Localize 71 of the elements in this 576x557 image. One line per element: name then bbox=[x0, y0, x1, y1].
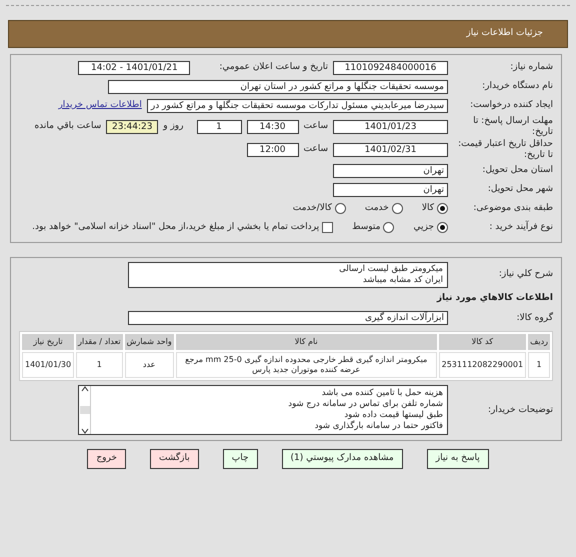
radio-button[interactable] bbox=[383, 222, 394, 233]
field-label: تاريخ و ساعت اعلان عمومي: bbox=[219, 60, 328, 74]
field-label: شهر محل تحويل: bbox=[486, 184, 553, 195]
countdown-field[interactable]: 23:44:23 bbox=[106, 120, 158, 134]
section-heading: اطلاعات کالاهاي مورد نياز bbox=[436, 292, 553, 304]
scrollbar-thumb[interactable] bbox=[80, 406, 90, 414]
radio-button[interactable] bbox=[437, 222, 448, 233]
checkbox-label: پرداخت تمام يا بخشي از مبلغ خريد،از محل "اسناد خزانه اسلامی" خواهد بود. bbox=[32, 220, 320, 234]
option-label: جزيي bbox=[413, 220, 434, 234]
field-label: نوع فرآيند خريد : bbox=[488, 222, 553, 233]
text-field[interactable]: ابزارآلات اندازه گيری bbox=[128, 311, 448, 325]
text-field[interactable]: تهران bbox=[333, 182, 448, 196]
action-button[interactable]: بازگشت bbox=[150, 449, 199, 468]
text-field[interactable]: 1 bbox=[196, 120, 242, 134]
text-field[interactable]: 1401/01/21 - 14:02 bbox=[78, 60, 190, 74]
column-header: کد کالا bbox=[438, 334, 526, 350]
text-field[interactable]: سيدرضا ميرعابديني مسئول تدارکات موسسه تحقيقات جنگلها و مراتع کشور در bbox=[146, 98, 448, 112]
table-cell: 1401/01/30 bbox=[22, 352, 74, 378]
text-field[interactable]: 1401/01/23 bbox=[333, 120, 448, 134]
text-field[interactable]: 12:00 bbox=[246, 142, 298, 156]
field-label: شماره نياز: bbox=[509, 62, 553, 73]
action-button[interactable]: مشاهده مدارک پيوستي (1) bbox=[282, 449, 403, 468]
field-label: طبقه بندی موضوعی: bbox=[472, 203, 553, 214]
field-label: ساعت bbox=[304, 120, 328, 133]
action-button[interactable]: خروج bbox=[87, 449, 126, 468]
text-field[interactable]: 14:30 bbox=[246, 120, 298, 134]
note-line: شماره تلفن برای تماس در سامانه درج شود bbox=[287, 399, 443, 410]
field-label: ساعت bbox=[304, 142, 328, 156]
scroll-down-icon[interactable] bbox=[80, 428, 88, 434]
table-cell: 2531112082290001 bbox=[438, 352, 526, 378]
note-line: هزينه حمل با تامين کننده می باشد bbox=[320, 388, 443, 399]
field-label: شرح کلي نياز: bbox=[498, 269, 553, 280]
note-line: فاکتور حتما در سامانه بارگذاری شود bbox=[314, 421, 443, 432]
field-label: ساعت باقي مانده bbox=[34, 120, 102, 133]
contact-link[interactable]: اطلاعات تماس خريدار bbox=[58, 98, 142, 112]
field-label: ايجاد کننده درخواست: bbox=[469, 100, 553, 111]
option-label: کالا/خدمت bbox=[292, 202, 332, 215]
field-label: روز و bbox=[163, 120, 184, 133]
action-button[interactable]: چاپ bbox=[222, 449, 258, 468]
column-header: نام کالا bbox=[176, 334, 437, 350]
column-header: تاريخ نياز bbox=[22, 334, 74, 350]
text-field[interactable]: موسسه تحقيقات جنگلها و مراتع کشور در استان تهران bbox=[108, 80, 448, 94]
field-label: مهلت ارسال پاسخ: تا تاريخ: bbox=[472, 116, 553, 138]
page-title: جزئيات اطلاعات نياز bbox=[466, 28, 543, 38]
action-button[interactable]: پاسخ به نياز bbox=[426, 449, 489, 468]
radio-button[interactable] bbox=[334, 203, 346, 214]
option-label: متوسط bbox=[352, 220, 380, 234]
scroll-up-icon[interactable] bbox=[80, 386, 88, 392]
field-label: نام دستگاه خريدار: bbox=[481, 81, 553, 92]
field-label: حداقل تاريخ اعتبار قيمت: تا تاريخ: bbox=[457, 138, 553, 160]
table-cell: عدد bbox=[124, 352, 174, 378]
radio-button[interactable] bbox=[437, 203, 448, 214]
text-field[interactable]: 1101092484000016 bbox=[333, 60, 448, 74]
text-field[interactable]: تهران bbox=[333, 164, 448, 178]
table-cell: ميکرومتر اندازه گيری قطر خارجی محدوده اندازه گيری 0-25 mm مرجع عرضه کننده موتوران جديد پارس bbox=[176, 352, 437, 378]
table-cell: 1 bbox=[76, 352, 123, 378]
column-header: تعداد / مقدار bbox=[76, 334, 123, 350]
field-label: توضيحات خريدار: bbox=[486, 404, 553, 416]
text-field[interactable]: 1401/02/31 bbox=[333, 142, 448, 156]
radio-button[interactable] bbox=[392, 203, 403, 214]
description-line: ميکرومتر طبق ليست ارسالی bbox=[338, 264, 443, 274]
option-label: کالا bbox=[422, 202, 434, 215]
column-header: واحد شمارش bbox=[124, 334, 174, 350]
option-label: خدمت bbox=[364, 202, 389, 215]
table-cell: 1 bbox=[528, 352, 550, 378]
note-line: طبق ليستها قيمت داده شود bbox=[344, 410, 443, 420]
column-header: رديف bbox=[528, 334, 550, 350]
field-label: استان محل تحويل: bbox=[481, 165, 553, 176]
description-line: ايران کد مشابه ميباشد bbox=[362, 274, 443, 286]
field-label: گروه کالا: bbox=[516, 312, 553, 324]
checkbox[interactable] bbox=[322, 222, 334, 233]
